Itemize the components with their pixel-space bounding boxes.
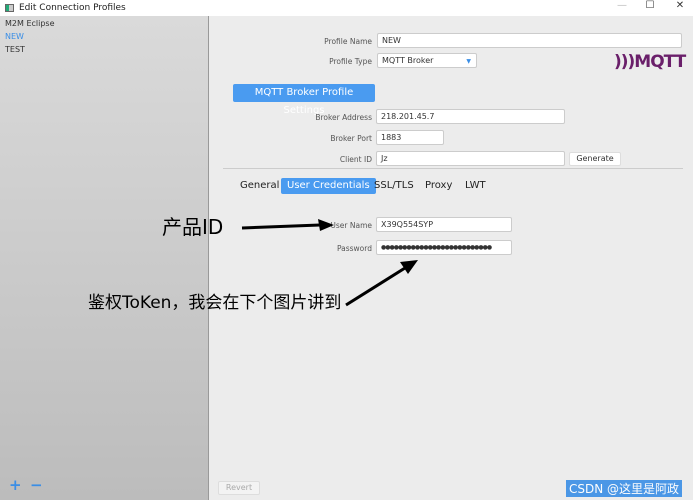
arrow-to-password — [345, 266, 406, 307]
arrowhead — [400, 260, 418, 274]
watermark: CSDN @这里是阿政 — [566, 480, 683, 497]
arrowhead — [318, 219, 334, 231]
annotation-arrows — [241, 219, 418, 307]
arrow-to-username — [241, 223, 321, 230]
revert-button[interactable]: Revert — [218, 481, 260, 495]
